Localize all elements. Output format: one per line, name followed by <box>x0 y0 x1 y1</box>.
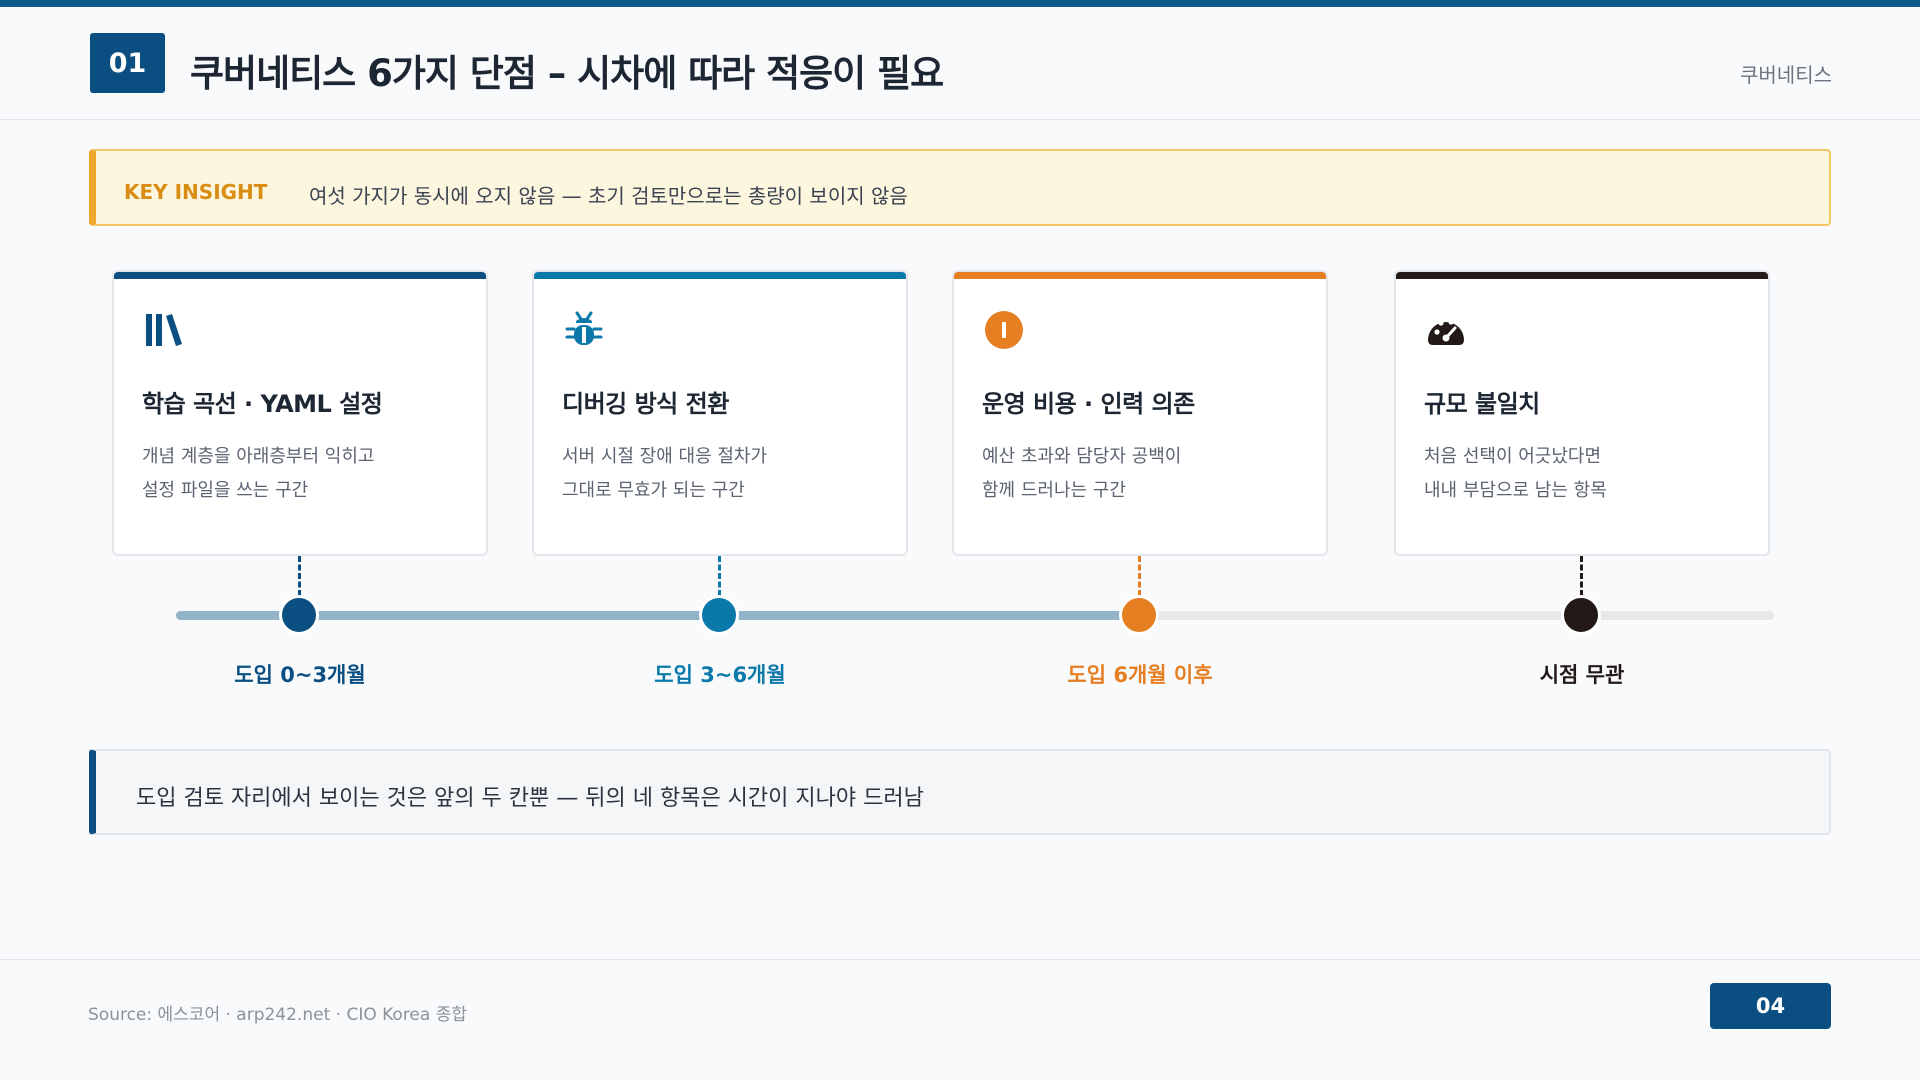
page-title: 쿠버네티스 6가지 단점 – 시차에 따라 적응이 필요 <box>190 52 944 95</box>
card-title: 디버깅 방식 전환 <box>562 390 729 418</box>
card-accent-bar <box>534 272 906 279</box>
card-operating-cost: 운영 비용 · 인력 의존 예산 초과와 담당자 공백이 함께 드러나는 구간 <box>952 270 1328 556</box>
card-accent-bar <box>954 272 1326 279</box>
section-number-badge: 01 <box>90 33 165 93</box>
bug-icon <box>562 308 606 352</box>
card-desc-line: 개념 계층을 아래층부터 익히고 <box>142 446 375 467</box>
card-accent-bar <box>114 272 486 279</box>
card-desc-line: 내내 부담으로 남는 항목 <box>1424 480 1607 501</box>
page-number-badge: 04 <box>1710 983 1831 1029</box>
slide-header: 01 쿠버네티스 6가지 단점 – 시차에 따라 적응이 필요 쿠버네티스 <box>0 7 1920 120</box>
card-title: 규모 불일치 <box>1424 390 1540 418</box>
milestone-label: 도입 6개월 이후 <box>1067 663 1213 687</box>
header-tag: 쿠버네티스 <box>1740 63 1832 87</box>
card-title: 운영 비용 · 인력 의존 <box>982 390 1195 418</box>
card-desc-line: 처음 선택이 어긋났다면 <box>1424 446 1602 467</box>
timeline-connector <box>1580 556 1583 596</box>
alert-icon <box>982 308 1026 352</box>
timeline-dot <box>1119 595 1159 635</box>
card-title: 학습 곡선 · YAML 설정 <box>142 390 383 418</box>
timeline-connector <box>298 556 301 596</box>
card-debugging: 디버깅 방식 전환 서버 시절 장애 대응 절차가 그대로 무효가 되는 구간 <box>532 270 908 556</box>
slide-footer: Source: 에스코어 · arp242.net · CIO Korea 종합… <box>0 959 1920 1080</box>
milestone-label: 도입 3~6개월 <box>654 663 786 687</box>
summary-text: 도입 검토 자리에서 보이는 것은 앞의 두 칸뿐 — 뒤의 네 항목은 시간이… <box>136 786 924 811</box>
timeline-dot <box>699 595 739 635</box>
timeline-connector <box>1138 556 1141 596</box>
card-description: 예산 초과와 담당자 공백이 함께 드러나는 구간 <box>982 440 1181 508</box>
card-description: 개념 계층을 아래층부터 익히고 설정 파일을 쓰는 구간 <box>142 440 374 508</box>
card-description: 서버 시절 장애 대응 절차가 그대로 무효가 되는 구간 <box>562 440 767 508</box>
gauge-icon <box>1424 308 1468 352</box>
timeline-connector <box>718 556 721 596</box>
card-scale-mismatch: 규모 불일치 처음 선택이 어긋났다면 내내 부담으로 남는 항목 <box>1394 270 1770 556</box>
key-insight-label: KEY INSIGHT <box>124 180 268 204</box>
books-icon <box>142 308 186 352</box>
key-insight-text: 여섯 가지가 동시에 오지 않음 — 초기 검토만으로는 총량이 보이지 않음 <box>309 184 908 208</box>
top-accent-bar <box>0 0 1920 7</box>
card-description: 처음 선택이 어긋났다면 내내 부담으로 남는 항목 <box>1424 440 1607 508</box>
key-insight-box: KEY INSIGHT 여섯 가지가 동시에 오지 않음 — 초기 검토만으로는… <box>89 149 1831 226</box>
summary-callout: 도입 검토 자리에서 보이는 것은 앞의 두 칸뿐 — 뒤의 네 항목은 시간이… <box>89 749 1831 835</box>
timeline-track-progress <box>176 611 1140 620</box>
card-desc-line: 서버 시절 장애 대응 절차가 <box>562 446 768 467</box>
timeline-dot <box>1561 595 1601 635</box>
card-desc-line: 함께 드러나는 구간 <box>982 480 1126 501</box>
card-desc-line: 그대로 무효가 되는 구간 <box>562 480 745 501</box>
source-citation: Source: 에스코어 · arp242.net · CIO Korea 종합 <box>88 1005 467 1025</box>
milestone-label: 시점 무관 <box>1539 663 1625 687</box>
card-accent-bar <box>1396 272 1768 279</box>
card-desc-line: 예산 초과와 담당자 공백이 <box>982 446 1182 467</box>
milestone-label: 도입 0~3개월 <box>234 663 366 687</box>
card-desc-line: 설정 파일을 쓰는 구간 <box>142 480 309 501</box>
timeline-dot <box>279 595 319 635</box>
card-learning-curve: 학습 곡선 · YAML 설정 개념 계층을 아래층부터 익히고 설정 파일을 … <box>112 270 488 556</box>
